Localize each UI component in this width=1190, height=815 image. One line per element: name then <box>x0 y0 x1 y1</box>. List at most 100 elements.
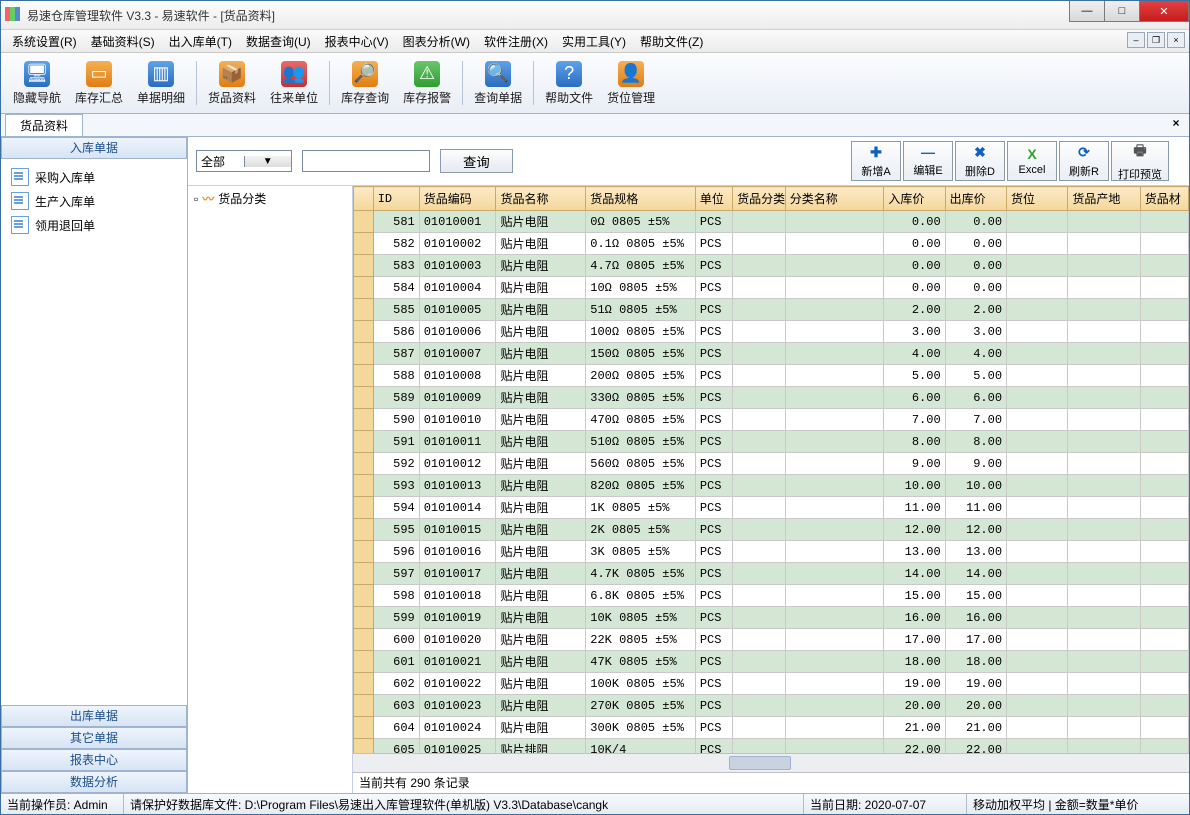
table-row[interactable]: 59901010019贴片电阻10K 0805 ±5%PCS16.0016.00 <box>354 607 1189 629</box>
action-button[interactable]: —编辑E <box>903 141 953 181</box>
cell <box>1007 717 1068 739</box>
maximize-button[interactable]: □ <box>1104 1 1140 22</box>
column-header[interactable]: 分类名称 <box>785 187 884 211</box>
cell <box>1068 233 1140 255</box>
nav-item[interactable]: 采购入库单 <box>5 165 183 189</box>
mdi-minimize-button[interactable]: – <box>1127 32 1145 48</box>
mdi-restore-button[interactable]: ❐ <box>1147 32 1165 48</box>
tab-close-button[interactable]: × <box>1169 117 1183 131</box>
search-button[interactable]: 查询 <box>440 149 513 173</box>
column-header[interactable]: 货品产地 <box>1068 187 1140 211</box>
nav-item[interactable]: 生产入库单 <box>5 189 183 213</box>
table-row[interactable]: 58201010002贴片电阻0.1Ω 0805 ±5%PCS0.000.00 <box>354 233 1189 255</box>
action-button[interactable]: ✖删除D <box>955 141 1005 181</box>
cell <box>733 695 786 717</box>
table-row[interactable]: 59701010017贴片电阻4.7K 0805 ±5%PCS14.0014.0… <box>354 563 1189 585</box>
table-row[interactable]: 58501010005贴片电阻51Ω 0805 ±5%PCS2.002.00 <box>354 299 1189 321</box>
table-row[interactable]: 60301010023贴片电阻270K 0805 ±5%PCS20.0020.0… <box>354 695 1189 717</box>
toolbar-button[interactable]: 🔎库存查询 <box>335 59 395 108</box>
toolbar-button[interactable]: ⚠库存报警 <box>397 59 457 108</box>
action-button[interactable]: ✚新增A <box>851 141 901 181</box>
cell: 0.1Ω 0805 ±5% <box>586 233 696 255</box>
column-header[interactable]: 单位 <box>695 187 732 211</box>
column-header[interactable]: 货位 <box>1007 187 1068 211</box>
menu-item[interactable]: 实用工具(Y) <box>555 31 633 52</box>
cell: 12.00 <box>884 519 945 541</box>
cell <box>1007 255 1068 277</box>
action-icon: X <box>1027 146 1036 162</box>
table-row[interactable]: 59501010015贴片电阻2K 0805 ±5%PCS12.0012.00 <box>354 519 1189 541</box>
table-row[interactable]: 58601010006贴片电阻100Ω 0805 ±5%PCS3.003.00 <box>354 321 1189 343</box>
search-input[interactable] <box>302 150 430 172</box>
toolbar-button[interactable]: 👤货位管理 <box>601 59 661 108</box>
table-row[interactable]: 60401010024贴片电阻300K 0805 ±5%PCS21.0021.0… <box>354 717 1189 739</box>
table-row[interactable]: 59001010010贴片电阻470Ω 0805 ±5%PCS7.007.00 <box>354 409 1189 431</box>
close-button[interactable]: ✕ <box>1139 1 1189 22</box>
accordion-header[interactable]: 数据分析 <box>1 771 187 793</box>
category-tree[interactable]: ▫ 〰 货品分类 <box>188 186 353 793</box>
table-row[interactable]: 59101010011贴片电阻510Ω 0805 ±5%PCS8.008.00 <box>354 431 1189 453</box>
table-row[interactable]: 60101010021贴片电阻47K 0805 ±5%PCS18.0018.00 <box>354 651 1189 673</box>
accordion-header[interactable]: 报表中心 <box>1 749 187 771</box>
toolbar-button[interactable]: 👥往来单位 <box>264 59 324 108</box>
action-button[interactable]: 🖶打印预览 <box>1111 141 1169 181</box>
table-row[interactable]: 59401010014贴片电阻1K 0805 ±5%PCS11.0011.00 <box>354 497 1189 519</box>
menu-item[interactable]: 出入库单(T) <box>162 31 239 52</box>
table-row[interactable]: 58701010007贴片电阻150Ω 0805 ±5%PCS4.004.00 <box>354 343 1189 365</box>
toolbar-button[interactable]: 🖥隐藏导航 <box>7 59 67 108</box>
column-header[interactable]: ID <box>373 187 419 211</box>
table-row[interactable]: 59301010013贴片电阻820Ω 0805 ±5%PCS10.0010.0… <box>354 475 1189 497</box>
column-header[interactable]: 货品名称 <box>496 187 586 211</box>
accordion-header[interactable]: 出库单据 <box>1 705 187 727</box>
accordion-header[interactable]: 其它单据 <box>1 727 187 749</box>
column-header[interactable]: 货品分类 <box>733 187 786 211</box>
table-row[interactable]: 59601010016贴片电阻3K 0805 ±5%PCS13.0013.00 <box>354 541 1189 563</box>
category-combo[interactable]: 全部 ▼ <box>196 150 292 172</box>
table-row[interactable]: 58801010008贴片电阻200Ω 0805 ±5%PCS5.005.00 <box>354 365 1189 387</box>
accordion-header[interactable]: 入库单据 <box>1 137 187 159</box>
cell: 2.00 <box>945 299 1006 321</box>
table-row[interactable]: 58301010003贴片电阻4.7Ω 0805 ±5%PCS0.000.00 <box>354 255 1189 277</box>
tree-root[interactable]: ▫ 〰 货品分类 <box>194 190 346 207</box>
nav-item[interactable]: 领用退回单 <box>5 213 183 237</box>
table-row[interactable]: 60501010025贴片排阻10K/4PCS22.0022.00 <box>354 739 1189 754</box>
cell <box>1140 695 1188 717</box>
minimize-button[interactable]: — <box>1069 1 1105 22</box>
column-header[interactable]: 货品编码 <box>419 187 496 211</box>
data-grid[interactable]: ID货品编码货品名称货品规格单位货品分类分类名称入库价出库价货位货品产地货品材5… <box>353 186 1189 753</box>
column-header[interactable]: 货品规格 <box>586 187 696 211</box>
menu-item[interactable]: 软件注册(X) <box>477 31 555 52</box>
cell <box>733 673 786 695</box>
column-header[interactable] <box>354 187 374 211</box>
menu-item[interactable]: 数据查询(U) <box>239 31 318 52</box>
menu-item[interactable]: 系统设置(R) <box>5 31 84 52</box>
menu-item[interactable]: 图表分析(W) <box>396 31 477 52</box>
table-row[interactable]: 58101010001贴片电阻0Ω 0805 ±5%PCS0.000.00 <box>354 211 1189 233</box>
table-row[interactable]: 58401010004贴片电阻10Ω 0805 ±5%PCS0.000.00 <box>354 277 1189 299</box>
table-row[interactable]: 60001010020贴片电阻22K 0805 ±5%PCS17.0017.00 <box>354 629 1189 651</box>
action-button[interactable]: ⟳刷新R <box>1059 141 1109 181</box>
document-tab[interactable]: 货品资料 <box>5 114 83 136</box>
column-header[interactable]: 货品材 <box>1140 187 1188 211</box>
action-button[interactable]: XExcel <box>1007 141 1057 181</box>
horizontal-scrollbar[interactable] <box>353 753 1189 772</box>
column-header[interactable]: 入库价 <box>884 187 945 211</box>
scrollbar-thumb[interactable] <box>729 756 791 770</box>
table-row[interactable]: 59201010012贴片电阻560Ω 0805 ±5%PCS9.009.00 <box>354 453 1189 475</box>
menu-item[interactable]: 报表中心(V) <box>318 31 396 52</box>
toolbar-button[interactable]: ?帮助文件 <box>539 59 599 108</box>
menu-item[interactable]: 基础资料(S) <box>84 31 162 52</box>
column-header[interactable]: 出库价 <box>945 187 1006 211</box>
mdi-close-button[interactable]: × <box>1167 32 1185 48</box>
grid-scroll[interactable]: ID货品编码货品名称货品规格单位货品分类分类名称入库价出库价货位货品产地货品材5… <box>353 186 1189 753</box>
toolbar-button[interactable]: ▥单据明细 <box>131 59 191 108</box>
table-row[interactable]: 58901010009贴片电阻330Ω 0805 ±5%PCS6.006.00 <box>354 387 1189 409</box>
toolbar-button[interactable]: ▭库存汇总 <box>69 59 129 108</box>
toolbar-button[interactable]: 📦货品资料 <box>202 59 262 108</box>
table-row[interactable]: 59801010018贴片电阻6.8K 0805 ±5%PCS15.0015.0… <box>354 585 1189 607</box>
toolbar-icon: 👤 <box>618 61 644 87</box>
toolbar-button[interactable]: 🔍查询单据 <box>468 59 528 108</box>
table-row[interactable]: 60201010022贴片电阻100K 0805 ±5%PCS19.0019.0… <box>354 673 1189 695</box>
category-combo-value: 全部 <box>197 153 244 170</box>
menu-item[interactable]: 帮助文件(Z) <box>633 31 710 52</box>
